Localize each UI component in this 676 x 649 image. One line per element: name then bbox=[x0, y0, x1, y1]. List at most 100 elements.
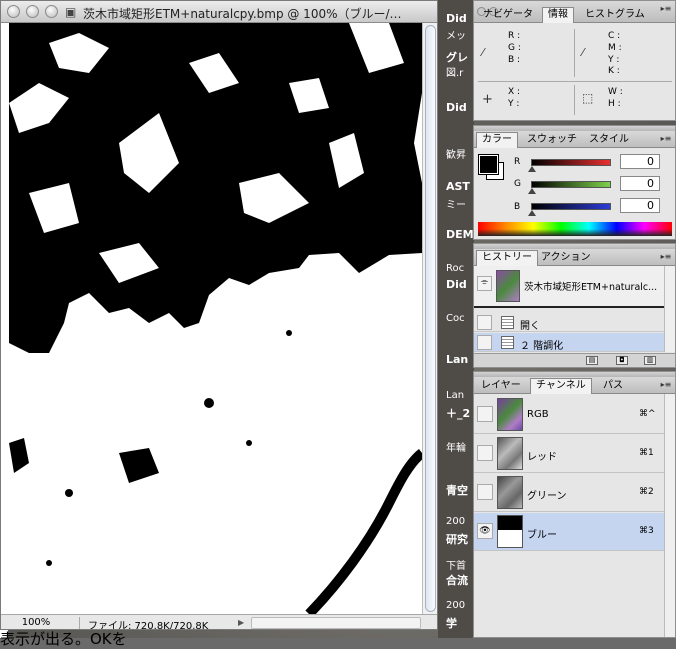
tab-history[interactable]: ヒストリー bbox=[476, 250, 538, 266]
background-text-item: Lan bbox=[446, 390, 465, 401]
red-slider[interactable] bbox=[531, 159, 611, 166]
minimize-button[interactable] bbox=[26, 5, 39, 18]
history-panel: ヒストリー アクション ▸≡ ⌯ 茨木市域矩形ETM+naturalc... 開… bbox=[473, 243, 676, 368]
tab-info[interactable]: 情報 bbox=[542, 7, 574, 23]
close-button[interactable] bbox=[7, 5, 20, 18]
foreground-color-swatch[interactable] bbox=[478, 154, 499, 175]
eye-icon[interactable]: 👁 bbox=[477, 523, 493, 539]
image-canvas[interactable] bbox=[9, 23, 422, 614]
new-document-from-state-icon[interactable]: ▤ bbox=[586, 356, 598, 365]
horizontal-scrollbar[interactable] bbox=[251, 617, 421, 629]
color-b-label: B bbox=[514, 202, 521, 212]
channel-row-red[interactable]: レッド ⌘1 bbox=[474, 435, 664, 473]
background-text-item: 下首 bbox=[446, 561, 466, 572]
document-proxy-icon: ▣ bbox=[65, 5, 77, 19]
info-h-label: H : bbox=[608, 99, 621, 109]
history-step[interactable]: 開く bbox=[474, 313, 664, 332]
background-text-item: Coc bbox=[446, 313, 465, 324]
channels-panel-tabs: レイヤー チャンネル パス ▸≡ bbox=[474, 377, 675, 394]
info-m-label: M : bbox=[608, 43, 622, 53]
blue-slider[interactable] bbox=[531, 203, 611, 210]
background-text-item: 合流 bbox=[446, 574, 468, 587]
channel-name-blue: ブルー bbox=[527, 530, 557, 541]
tab-actions[interactable]: アクション bbox=[536, 251, 596, 266]
red-value[interactable]: 0 bbox=[620, 154, 660, 169]
zoom-level[interactable]: 100% bbox=[11, 617, 61, 628]
background-text-item: AST bbox=[446, 180, 470, 193]
green-slider[interactable] bbox=[531, 181, 611, 188]
history-step-source-box[interactable] bbox=[477, 335, 492, 350]
channel-name-rgb: RGB bbox=[527, 409, 549, 420]
info-w-label: W : bbox=[608, 87, 623, 97]
history-step-selected[interactable]: ２ 階調化 bbox=[474, 333, 664, 352]
green-slider-handle[interactable] bbox=[528, 188, 536, 194]
zoom-button[interactable] bbox=[45, 5, 58, 18]
trash-icon[interactable]: ▥ bbox=[644, 356, 656, 365]
tab-styles[interactable]: スタイル bbox=[584, 133, 634, 148]
scroll-thumb[interactable] bbox=[425, 25, 436, 612]
visibility-toggle[interactable] bbox=[477, 445, 493, 461]
background-text-item: DEM bbox=[446, 228, 474, 241]
visibility-toggle[interactable] bbox=[477, 406, 493, 422]
info-b-label: B : bbox=[508, 55, 521, 65]
background-text-item: 学 bbox=[446, 617, 457, 630]
history-scrollbar[interactable] bbox=[664, 266, 675, 352]
tab-navigator[interactable]: ナビゲータ bbox=[478, 8, 538, 23]
new-snapshot-icon[interactable]: ◘ bbox=[616, 356, 628, 365]
blue-slider-handle[interactable] bbox=[528, 210, 536, 216]
channel-name-green: グリーン bbox=[527, 491, 567, 502]
red-slider-handle[interactable] bbox=[528, 166, 536, 172]
tab-histogram[interactable]: ヒストグラム bbox=[580, 8, 650, 23]
info-divider bbox=[574, 29, 575, 77]
vertical-scrollbar[interactable] bbox=[422, 23, 437, 614]
channel-row-rgb[interactable]: RGB ⌘^ bbox=[474, 396, 664, 434]
color-panel: カラー スウォッチ スタイル ▸≡ R 0 G 0 B 0 bbox=[473, 125, 676, 240]
channel-shortcut-green: ⌘2 bbox=[639, 487, 654, 497]
background-text-item: ミー bbox=[446, 200, 466, 211]
history-step-source-box[interactable] bbox=[477, 315, 492, 330]
history-panel-tabs: ヒストリー アクション ▸≡ bbox=[474, 249, 675, 266]
window-title-bar[interactable]: ▣ 茨木市域矩形ETM+naturalcpy.bmp @ 100%（ブルー/… bbox=[1, 1, 437, 23]
window-title: 茨木市域矩形ETM+naturalcpy.bmp @ 100%（ブルー/… bbox=[83, 7, 402, 21]
info-x-label: X : bbox=[508, 87, 521, 97]
snapshot-source-icon[interactable]: ⌯ bbox=[477, 276, 492, 291]
background-text-item: 青空 bbox=[446, 484, 468, 497]
green-value[interactable]: 0 bbox=[620, 176, 660, 191]
channels-panel-menu-icon[interactable]: ▸≡ bbox=[660, 380, 672, 390]
history-snapshot[interactable]: ⌯ 茨木市域矩形ETM+naturalc... bbox=[474, 266, 664, 308]
blue-value[interactable]: 0 bbox=[620, 198, 660, 213]
eyedropper-icon[interactable]: ⁄ bbox=[482, 46, 484, 59]
info-y-label: Y : bbox=[608, 55, 620, 65]
channel-shortcut-rgb: ⌘^ bbox=[639, 409, 656, 419]
info-c-label: C : bbox=[608, 31, 621, 41]
channel-row-blue[interactable]: 👁 ブルー ⌘3 bbox=[474, 513, 664, 551]
channel-row-green[interactable]: グリーン ⌘2 bbox=[474, 474, 664, 512]
channel-thumbnail-green bbox=[497, 476, 523, 509]
history-panel-menu-icon[interactable]: ▸≡ bbox=[660, 252, 672, 262]
channel-name-red: レッド bbox=[527, 452, 557, 463]
tab-paths[interactable]: パス bbox=[598, 379, 628, 394]
color-panel-menu-icon[interactable]: ▸≡ bbox=[660, 134, 672, 144]
color-panel-tabs: カラー スウォッチ スタイル ▸≡ bbox=[474, 131, 675, 148]
status-menu-arrow-icon[interactable]: ▶ bbox=[238, 618, 244, 627]
panel-menu-icon[interactable]: ▸≡ bbox=[660, 4, 672, 14]
history-button-bar: ▤ ◘ ▥ bbox=[474, 353, 675, 367]
background-text-item: 年輪 bbox=[446, 443, 466, 454]
info-r-label: R : bbox=[508, 31, 521, 41]
color-r-label: R bbox=[514, 157, 521, 167]
background-text-item: 歓昇 bbox=[446, 150, 466, 161]
tab-channels[interactable]: チャンネル bbox=[530, 378, 592, 394]
visibility-toggle[interactable] bbox=[477, 484, 493, 500]
channel-thumbnail-red bbox=[497, 437, 523, 470]
background-text-item: Did bbox=[446, 101, 467, 114]
channels-scrollbar[interactable] bbox=[664, 394, 675, 637]
tab-swatches[interactable]: スウォッチ bbox=[522, 133, 582, 148]
tab-layers[interactable]: レイヤー bbox=[476, 379, 526, 394]
tab-color[interactable]: カラー bbox=[476, 132, 518, 148]
eyedropper-cmyk-icon[interactable]: ⁄ bbox=[582, 46, 584, 59]
color-spectrum-bar[interactable] bbox=[478, 222, 672, 236]
background-text-item: 200 bbox=[446, 600, 466, 611]
history-step-label: 開く bbox=[520, 321, 540, 332]
snapshot-thumbnail bbox=[496, 270, 520, 302]
background-text-item: 図.r bbox=[446, 68, 464, 79]
